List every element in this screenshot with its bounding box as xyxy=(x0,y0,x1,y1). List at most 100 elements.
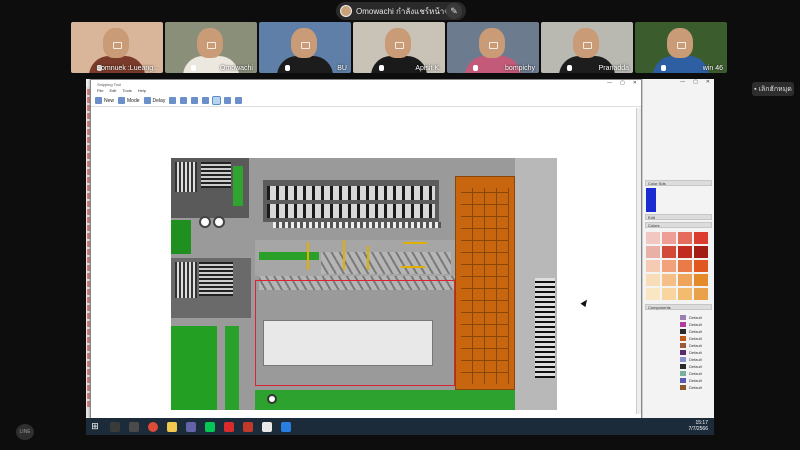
eraser-icon[interactable] xyxy=(224,97,232,104)
color-swatch[interactable] xyxy=(678,232,692,244)
snipping-tool-window: Snipping Tool — ▢ ✕ File Edit Tools Help Ne… xyxy=(90,79,642,421)
participant-tile[interactable]: BU xyxy=(259,22,351,73)
maximize-icon[interactable]: ▢ xyxy=(693,79,698,88)
material-row[interactable]: Default xyxy=(680,342,711,349)
color-swatch[interactable] xyxy=(694,274,708,286)
color-swatch[interactable] xyxy=(662,288,676,300)
material-name: Default xyxy=(689,350,702,355)
maximize-icon[interactable]: ▢ xyxy=(620,80,625,86)
line-app-icon[interactable] xyxy=(205,421,215,432)
material-name: Default xyxy=(689,357,702,362)
camera-off-icon xyxy=(301,42,310,49)
participant-name: Somnuek :Lueang... xyxy=(96,65,159,72)
meeting-window: Omowachi กำลังแชร์หน้าจอ ✎ Somnuek :Luea… xyxy=(0,0,800,450)
color-swatch[interactable] xyxy=(662,274,676,286)
color-swatch[interactable] xyxy=(694,288,708,300)
material-name: Default xyxy=(689,378,702,383)
notepad-icon[interactable] xyxy=(262,421,272,432)
participant-tile[interactable]: bompichy xyxy=(447,22,539,73)
participant-tile[interactable]: Apisit K. xyxy=(353,22,445,73)
current-color[interactable] xyxy=(646,188,656,212)
minimize-icon[interactable]: — xyxy=(607,80,612,86)
mode-button[interactable]: Mode xyxy=(118,97,140,104)
close-icon[interactable]: ✕ xyxy=(706,79,710,88)
color-swatch[interactable] xyxy=(694,232,708,244)
colors-dropdown[interactable]: Colors xyxy=(645,222,712,228)
material-name: Default xyxy=(689,329,702,334)
color-swatch[interactable] xyxy=(694,246,708,258)
color-swatch[interactable] xyxy=(678,274,692,286)
color-swatch[interactable] xyxy=(646,260,660,272)
color-header[interactable]: Color Sds xyxy=(645,180,712,186)
vertical-scrollbar[interactable] xyxy=(636,108,641,414)
color-swatch[interactable] xyxy=(678,260,692,272)
participant-tile[interactable]: win 46 xyxy=(635,22,727,73)
material-chip xyxy=(680,322,686,327)
menu-item[interactable]: File xyxy=(97,88,103,95)
color-swatch[interactable] xyxy=(678,288,692,300)
copy-icon[interactable] xyxy=(180,97,188,104)
save-icon[interactable] xyxy=(169,97,177,104)
teams-icon[interactable] xyxy=(186,421,196,432)
color-swatch[interactable] xyxy=(694,260,708,272)
color-swatch[interactable] xyxy=(662,246,676,258)
new-button[interactable]: New xyxy=(95,97,114,104)
menu-item[interactable]: Help xyxy=(138,88,146,95)
system-clock[interactable]: 15:17 7/7/2566 xyxy=(689,420,708,432)
participant-tile[interactable]: Pranadda xyxy=(541,22,633,73)
menu-item[interactable]: Edit xyxy=(109,88,116,95)
color-swatch[interactable] xyxy=(646,232,660,244)
material-chip xyxy=(680,378,686,383)
material-row[interactable]: Default xyxy=(680,377,711,384)
color-swatch[interactable] xyxy=(662,260,676,272)
participant-tile[interactable]: Somnuek :Lueang... xyxy=(71,22,163,73)
unpin-button[interactable]: ▪ เลิกฮักหมุด xyxy=(752,82,794,96)
material-row[interactable]: Default xyxy=(680,370,711,377)
menu-item[interactable]: Tools xyxy=(122,88,131,95)
pdf-icon[interactable] xyxy=(243,421,253,432)
material-name: Default xyxy=(689,385,702,390)
folder-icon[interactable] xyxy=(167,421,177,432)
material-name: Default xyxy=(689,322,702,327)
delay-button[interactable]: Delay xyxy=(143,97,165,104)
pencil-icon[interactable]: ✎ xyxy=(446,3,462,19)
close-icon[interactable]: ✕ xyxy=(633,80,637,86)
material-row[interactable]: Default xyxy=(680,384,711,391)
highlighter-icon[interactable] xyxy=(212,96,222,105)
material-row[interactable]: Default xyxy=(680,335,711,342)
minimize-icon[interactable]: — xyxy=(680,79,685,88)
chrome-icon[interactable] xyxy=(148,421,158,432)
material-chip xyxy=(680,364,686,369)
email-icon[interactable] xyxy=(191,97,199,104)
material-name: Default xyxy=(689,343,702,348)
camera-off-icon xyxy=(395,42,404,49)
material-row[interactable]: Default xyxy=(680,314,711,321)
sketchup-icon[interactable] xyxy=(224,421,234,432)
material-row[interactable]: Default xyxy=(680,349,711,356)
windows-icon[interactable]: ⊞ xyxy=(89,421,101,433)
color-swatch[interactable] xyxy=(646,246,660,258)
material-chip xyxy=(680,357,686,362)
material-chip xyxy=(680,329,686,334)
avatar xyxy=(340,5,352,17)
snipping-icon[interactable] xyxy=(281,421,291,432)
edit-tab[interactable]: Edit xyxy=(645,214,712,220)
material-row[interactable]: Default xyxy=(680,356,711,363)
material-row[interactable]: Default xyxy=(680,363,711,370)
material-row[interactable]: Default xyxy=(680,328,711,335)
material-row[interactable]: Default xyxy=(680,321,711,328)
paint3d-icon[interactable] xyxy=(235,97,243,104)
color-swatch[interactable] xyxy=(646,274,660,286)
pen-icon[interactable] xyxy=(202,97,210,104)
task-view-icon[interactable] xyxy=(129,421,139,432)
participant-name: Apisit K. xyxy=(415,65,441,72)
color-swatch[interactable] xyxy=(662,232,676,244)
snip-canvas xyxy=(91,108,641,420)
color-swatch[interactable] xyxy=(646,288,660,300)
participant-name: BU xyxy=(337,65,347,72)
color-swatch[interactable] xyxy=(678,246,692,258)
participant-tile[interactable]: Omowachi xyxy=(165,22,257,73)
components-header[interactable]: Components xyxy=(645,304,712,310)
search-icon[interactable] xyxy=(110,421,120,432)
material-name: Default xyxy=(689,364,702,369)
